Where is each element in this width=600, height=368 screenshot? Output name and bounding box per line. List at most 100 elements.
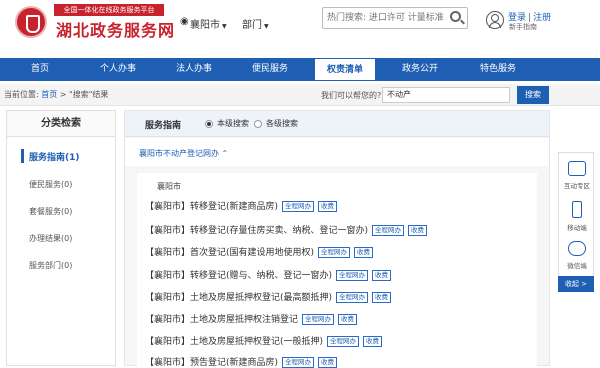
fee-tag: 收费: [372, 270, 392, 281]
fee-tag: 收费: [318, 201, 338, 212]
search-icon[interactable]: [450, 11, 461, 22]
logo-emblem-icon[interactable]: [15, 6, 47, 38]
item-prefix: 【襄阳市】: [145, 293, 191, 303]
fee-tag: 收费: [318, 357, 338, 368]
fee-tag: 收费: [408, 225, 428, 236]
guide-title: 服务指南: [145, 121, 182, 131]
site-search-input[interactable]: [327, 10, 445, 26]
breadcrumb-home-link[interactable]: 首页: [41, 90, 57, 99]
sidebar-title: 分类检索: [7, 111, 115, 137]
site-header: 全国一体化在线政务服务平台 湖北政务服务网 ◉ 襄阳市▼ 部门▼ 登录|注册 新…: [0, 0, 600, 56]
location-selector[interactable]: 襄阳市 ▼: [190, 16, 227, 31]
online-tag: 全程网办: [302, 314, 335, 325]
online-tag: 全程网办: [327, 336, 360, 347]
list-item[interactable]: 【襄阳市】首次登记(国有建设用地使用权) 全程网办 收费: [145, 245, 374, 258]
breadcrumb-separator: >: [59, 90, 67, 99]
chevron-up-icon: ⌃: [221, 149, 229, 158]
sidebar-item-results[interactable]: 办理结果(0): [29, 233, 72, 244]
logo-title[interactable]: 湖北政务服务网: [56, 17, 175, 41]
chevron-down-icon: ▼: [222, 23, 227, 30]
item-prefix: 【襄阳市】: [145, 315, 191, 325]
breadcrumb-bar: 当前位置: 首页 > "搜索"结果 我们可以帮您的? 不动产 搜索: [0, 84, 600, 106]
fee-tag: 收费: [338, 314, 358, 325]
wechat-label[interactable]: 微信端: [559, 260, 595, 270]
results-list: 襄阳市 【襄阳市】转移登记(新建商品房) 全程网办 收费 【襄阳市】转移登记(存量住…: [137, 173, 537, 368]
find-search-button[interactable]: 搜索: [517, 86, 549, 104]
item-prefix: 【襄阳市】: [145, 358, 191, 368]
list-item[interactable]: 【襄阳市】转移登记(新建商品房) 全程网办 收费: [145, 199, 338, 212]
nav-item-featured[interactable]: 特色服务: [468, 58, 528, 81]
nav-item-personal[interactable]: 个人办事: [88, 58, 148, 81]
online-tag: 全程网办: [282, 357, 315, 368]
item-prefix: 【襄阳市】: [145, 337, 191, 347]
department-label: 部门: [242, 20, 262, 31]
item-name[interactable]: 土地及房屋抵押权注销登记: [190, 315, 298, 325]
find-input[interactable]: 不动产: [382, 87, 510, 103]
breadcrumb-prefix: 当前位置:: [4, 90, 39, 99]
floating-toolbar: 互动专区 移动端 微信端: [558, 152, 594, 292]
find-label: 我们可以帮您的?: [321, 91, 382, 100]
main-nav: 首页 个人办事 法人办事 便民服务 权责清单 政务公开 特色服务: [0, 58, 600, 81]
department-selector[interactable]: 部门 ▼: [242, 16, 269, 31]
online-tag: 全程网办: [282, 201, 315, 212]
list-item[interactable]: 【襄阳市】土地及房屋抵押权登记(最高额抵押) 全程网办 收费: [145, 290, 392, 303]
fee-tag: 收费: [372, 292, 392, 303]
category-subheader: 襄阳市不动产登记网办 ⌃: [125, 138, 549, 166]
radio-local-label[interactable]: 本级搜索: [217, 118, 249, 129]
collapse-button[interactable]: 收起 >: [558, 276, 594, 292]
location-pin-icon: ◉: [180, 16, 189, 27]
online-tag: 全程网办: [336, 292, 369, 303]
online-tag: 全程网办: [318, 247, 351, 258]
fee-tag: 收费: [363, 336, 383, 347]
list-item[interactable]: 【襄阳市】转移登记(赠与、纳税、登记一窗办) 全程网办 收费: [145, 268, 392, 281]
sidebar-active-marker: [21, 149, 24, 163]
category-title: 襄阳市不动产登记网办: [139, 149, 219, 158]
wechat-icon[interactable]: [568, 241, 586, 256]
sidebar-item-service-guide[interactable]: 服务指南(1): [29, 150, 80, 163]
item-prefix: 【襄阳市】: [145, 226, 191, 236]
nav-item-corporate[interactable]: 法人办事: [164, 58, 224, 81]
item-prefix: 【襄阳市】: [145, 202, 191, 212]
nav-item-convenience[interactable]: 便民服务: [240, 58, 300, 81]
item-name[interactable]: 首次登记(国有建设用地使用权): [190, 248, 314, 258]
breadcrumb: 当前位置: 首页 > "搜索"结果: [4, 89, 108, 100]
nav-item-power-list[interactable]: 权责清单: [314, 58, 376, 81]
list-item[interactable]: 【襄阳市】预告登记(新建商品房) 全程网办 收费: [145, 355, 338, 368]
nav-item-gov-open[interactable]: 政务公开: [390, 58, 450, 81]
mobile-label[interactable]: 移动端: [559, 222, 595, 232]
item-name[interactable]: 预告登记(新建商品房): [190, 358, 278, 368]
item-name[interactable]: 土地及房屋抵押权登记(最高额抵押): [190, 293, 332, 303]
sidebar-item-departments[interactable]: 服务部门(0): [29, 260, 72, 271]
sidebar-item-convenience[interactable]: 便民服务(0): [29, 179, 72, 190]
item-prefix: 【襄阳市】: [145, 271, 191, 281]
user-icon: [486, 11, 504, 29]
item-name[interactable]: 转移登记(新建商品房): [190, 202, 278, 212]
chevron-down-icon: ▼: [264, 23, 269, 30]
breadcrumb-current: "搜索"结果: [69, 90, 109, 99]
item-name[interactable]: 转移登记(存量住房买卖、纳税、登记一窗办): [190, 226, 368, 236]
radio-all-search[interactable]: [254, 120, 262, 128]
list-item[interactable]: 【襄阳市】土地及房屋抵押权注销登记 全程网办 收费: [145, 312, 358, 325]
list-item[interactable]: 【襄阳市】转移登记(存量住房买卖、纳税、登记一窗办) 全程网办 收费: [145, 223, 428, 236]
category-sidebar: 分类检索 服务指南(1) 便民服务(0) 套餐服务(0) 办理结果(0) 服务部…: [6, 110, 116, 366]
item-name[interactable]: 转移登记(赠与、纳税、登记一窗办): [190, 271, 332, 281]
logo-subtitle: 全国一体化在线政务服务平台: [54, 4, 164, 16]
interact-label[interactable]: 互动专区: [559, 180, 595, 190]
radio-all-label[interactable]: 各级搜索: [266, 118, 298, 129]
online-tag: 全程网办: [336, 270, 369, 281]
site-search-box: [322, 7, 468, 29]
sidebar-item-package[interactable]: 套餐服务(0): [29, 206, 72, 217]
chat-icon[interactable]: [568, 161, 586, 176]
fee-tag: 收费: [354, 247, 374, 258]
item-prefix: 【襄阳市】: [145, 248, 191, 258]
category-toggle[interactable]: 襄阳市不动产登记网办 ⌃: [139, 148, 228, 159]
results-panel: 服务指南 本级搜索 各级搜索 襄阳市不动产登记网办 ⌃ 襄阳市 【襄阳市】转移登…: [124, 110, 550, 368]
list-item[interactable]: 【襄阳市】土地及房屋抵押权登记(一般抵押) 全程网办 收费: [145, 334, 383, 347]
item-name[interactable]: 土地及房屋抵押权登记(一般抵押): [190, 337, 323, 347]
radio-local-search[interactable]: [205, 120, 213, 128]
novice-guide-link[interactable]: 新手指南: [509, 22, 537, 32]
online-tag: 全程网办: [372, 225, 405, 236]
nav-item-home[interactable]: 首页: [20, 58, 60, 81]
city-label: 襄阳市: [157, 182, 181, 191]
mobile-phone-icon[interactable]: [572, 201, 582, 218]
